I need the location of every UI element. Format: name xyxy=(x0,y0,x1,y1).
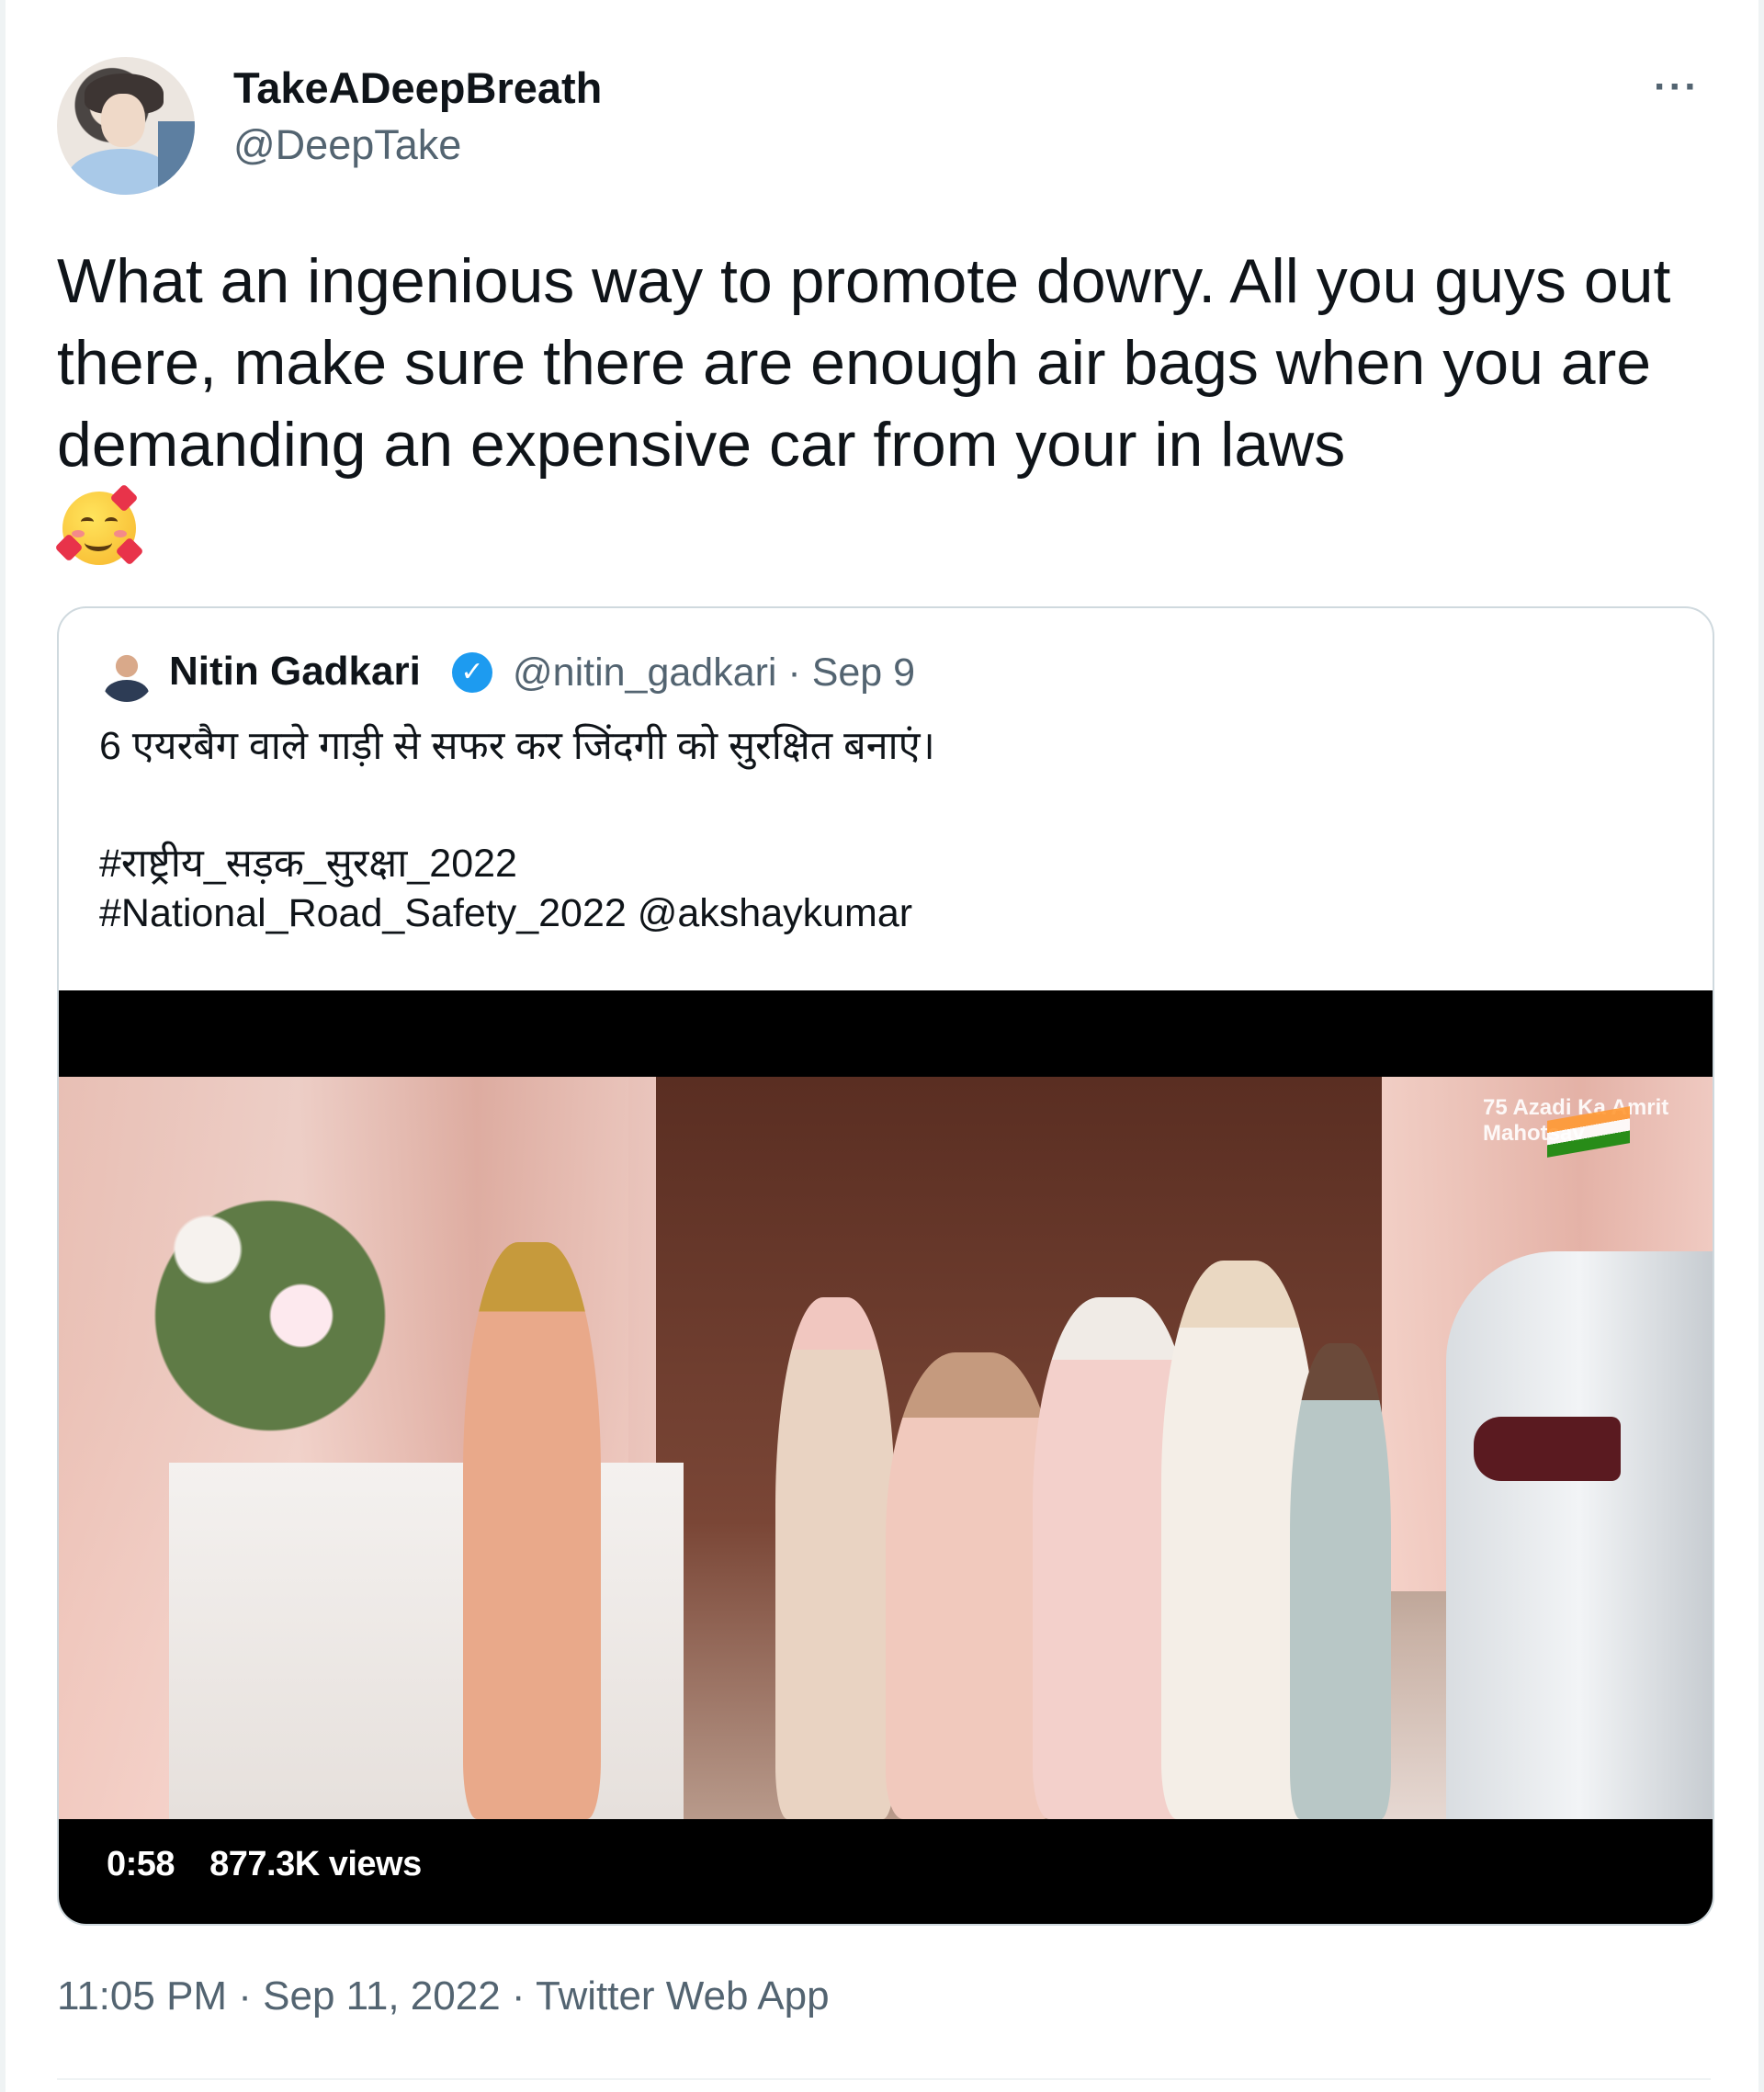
video-frame[interactable]: 75 Azadi Ka Amrit Mahotsav xyxy=(59,1077,1713,1819)
author-name[interactable]: TakeADeepBreath xyxy=(233,62,602,113)
video-duration: 0:58 xyxy=(107,1845,175,1883)
video-views: 877.3K views xyxy=(209,1845,422,1883)
quoted-author-meta[interactable]: @nitin_gadkari · Sep 9 xyxy=(513,650,915,695)
video-stats: 0:58 877.3K views xyxy=(107,1845,422,1884)
tweet-text: What an ingenious way to promote dowry. … xyxy=(54,241,1711,571)
quoted-author-name[interactable]: Nitin Gadkari xyxy=(169,649,421,695)
hashtag-hindi-link[interactable]: #राष्ट्रीय_सड़क_सुरक्षा_2022 xyxy=(99,834,517,888)
tweet-timestamp[interactable]: 11:05 PM · Sep 11, 2022 · Twitter Web Ap… xyxy=(57,1973,830,2019)
divider xyxy=(57,2078,1711,2080)
quoted-tweet-card[interactable]: Nitin Gadkari ✓ @nitin_gadkari · Sep 9 6… xyxy=(57,606,1714,1926)
more-options-icon[interactable]: ··· xyxy=(1654,64,1700,110)
verified-badge-icon: ✓ xyxy=(452,652,492,693)
quoted-author-avatar[interactable] xyxy=(99,647,154,702)
quoted-text-line: 6 एयरबैग वाले गाड़ी से सफर कर जिंदगी को … xyxy=(99,724,935,768)
tweet-body: What an ingenious way to promote dowry. … xyxy=(57,246,1671,480)
smiling-face-with-hearts-icon xyxy=(54,483,144,571)
video-player[interactable]: 75 Azadi Ka Amrit Mahotsav 0:58 877.3K v… xyxy=(59,990,1713,1924)
frame-right xyxy=(1758,0,1764,2092)
author-avatar[interactable] xyxy=(57,57,195,195)
author-handle[interactable]: @DeepTake xyxy=(233,121,461,169)
hashtag-english-link[interactable]: #National_Road_Safety_2022 @akshaykumar xyxy=(99,891,912,936)
frame-left xyxy=(0,0,6,2092)
